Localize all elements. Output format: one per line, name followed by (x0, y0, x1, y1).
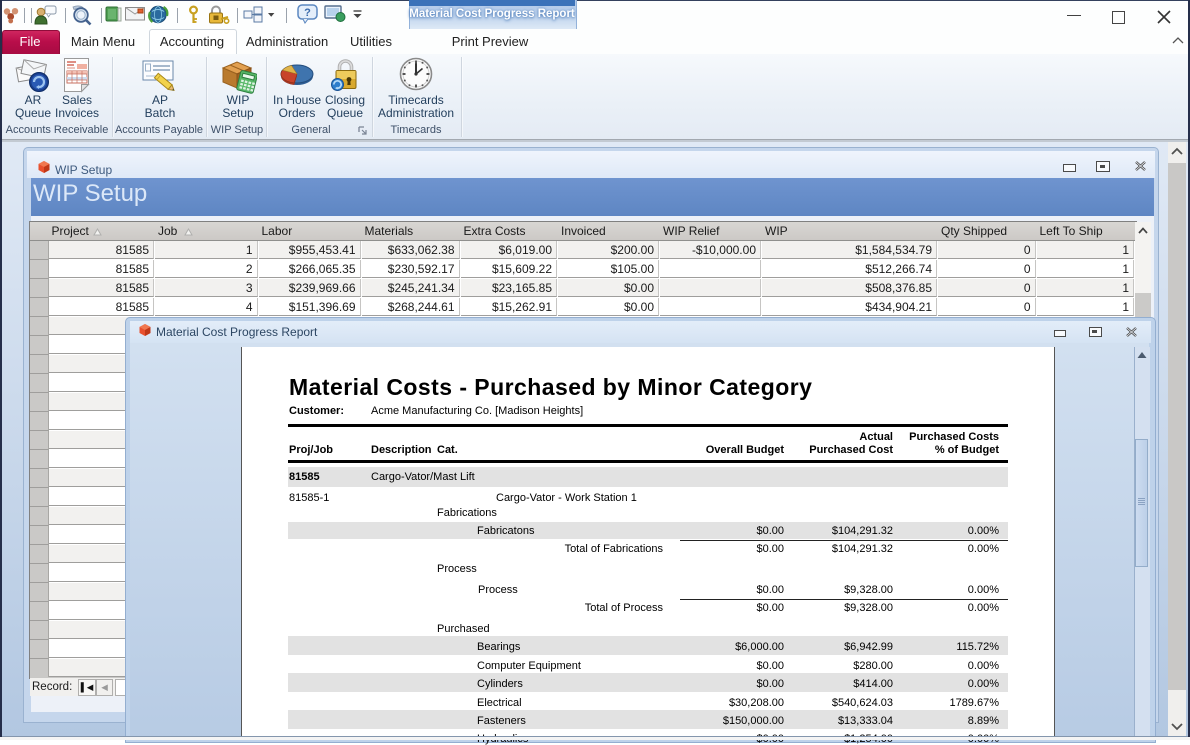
svg-text:?: ? (304, 7, 311, 19)
